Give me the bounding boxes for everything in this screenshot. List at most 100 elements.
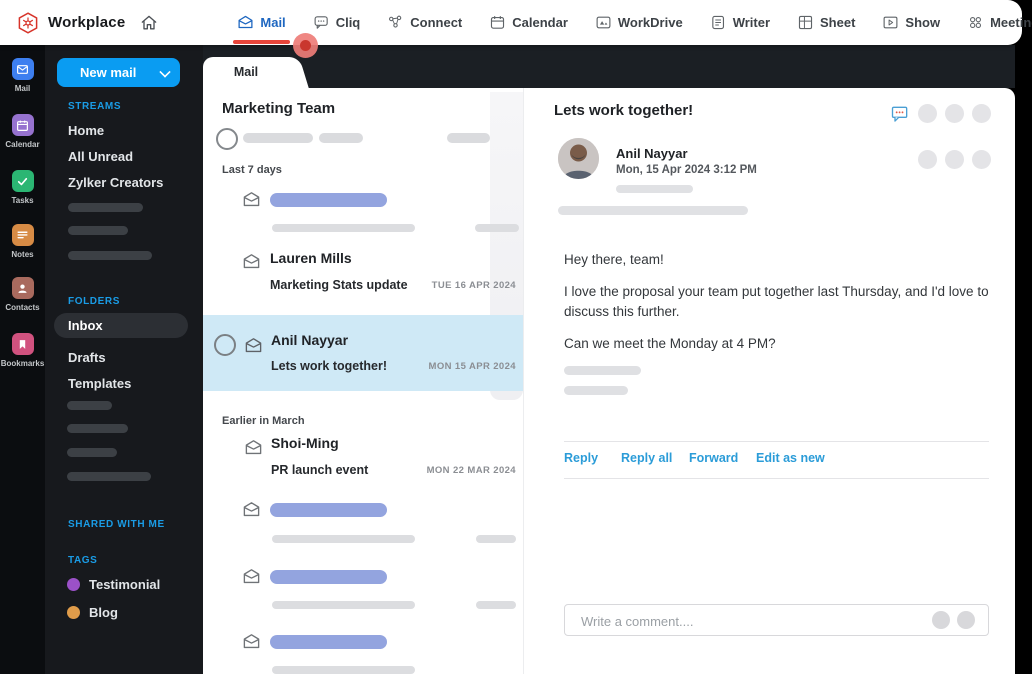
sidebar-item-zylker-creators[interactable]: Zylker Creators <box>68 175 163 190</box>
rail-item-mail[interactable]: Mail <box>0 58 45 93</box>
brand[interactable]: Workplace <box>0 11 125 35</box>
skeleton-date-bar <box>475 224 519 232</box>
mail-open-icon <box>245 338 262 353</box>
comments-icon[interactable] <box>890 104 910 124</box>
nav-mail[interactable]: Mail <box>233 0 290 45</box>
header-action-button[interactable] <box>918 104 937 123</box>
sender-avatar <box>558 138 599 179</box>
nav-sheet[interactable]: Sheet <box>797 0 855 45</box>
sidebar-item-templates[interactable]: Templates <box>68 376 131 391</box>
reply-button[interactable]: Reply <box>564 451 598 465</box>
nav-calendar[interactable]: Calendar <box>489 0 568 45</box>
mail-open-icon <box>243 502 260 517</box>
sender-name: Anil Nayyar <box>616 146 688 161</box>
sheet-icon <box>798 15 813 30</box>
comment-input[interactable] <box>579 605 883 637</box>
nav-label: Show <box>905 15 941 30</box>
skeleton-bar <box>67 472 151 481</box>
skeleton-bar <box>243 133 313 143</box>
nav-cliq[interactable]: Cliq <box>313 0 360 45</box>
nav-label: Writer <box>732 15 771 30</box>
zoho-logo-icon <box>18 11 38 34</box>
header-action-button[interactable] <box>972 104 991 123</box>
mail-item-checkbox[interactable] <box>214 334 236 356</box>
mail-action-button[interactable] <box>945 150 964 169</box>
mail-open-icon <box>243 569 260 584</box>
tab-mail[interactable]: Mail <box>203 57 289 88</box>
nav-label: Meeting <box>990 15 1032 30</box>
rail-item-notes[interactable]: Notes <box>0 224 45 259</box>
connect-icon <box>389 15 402 28</box>
sidebar-item-drafts[interactable]: Drafts <box>68 350 106 365</box>
rail-item-bookmarks[interactable]: Bookmarks <box>0 333 45 368</box>
tag-color-dot-blog <box>67 606 80 619</box>
rail-item-tasks[interactable]: Tasks <box>0 170 45 205</box>
skeleton-sender-bar <box>270 503 387 517</box>
header-action-button[interactable] <box>945 104 964 123</box>
app-rail: Mail Calendar Tasks Notes Contacts Bookm… <box>0 45 45 674</box>
chevron-down-icon <box>159 66 171 78</box>
mail-subject: Lets work together! <box>271 359 387 373</box>
folders-header: FOLDERS <box>68 296 120 307</box>
nav-connect[interactable]: Connect <box>387 0 462 45</box>
rail-item-calendar[interactable]: Calendar <box>0 114 45 149</box>
skeleton-subject-bar <box>272 535 415 543</box>
sidebar-item-inbox[interactable]: Inbox <box>54 313 188 338</box>
forward-button[interactable]: Forward <box>689 451 738 465</box>
reply-all-button[interactable]: Reply all <box>621 451 672 465</box>
skeleton-bar <box>558 206 748 215</box>
mail-subject: PR launch event <box>271 463 369 477</box>
home-button[interactable] <box>139 13 159 33</box>
rail-label: Calendar <box>5 140 40 149</box>
calendar-icon <box>491 16 505 29</box>
skeleton-bar <box>447 133 490 143</box>
list-title: Marketing Team <box>222 100 336 117</box>
sidebar-item-home[interactable]: Home <box>68 123 104 138</box>
inbox-label: Inbox <box>68 318 103 333</box>
rail-label: Contacts <box>5 303 40 312</box>
skeleton-sender-bar <box>270 570 387 584</box>
rail-label: Notes <box>11 250 34 259</box>
mail-open-icon <box>245 440 262 455</box>
comment-action-button[interactable] <box>932 611 950 629</box>
nav-workdrive[interactable]: WorkDrive <box>595 0 683 45</box>
sidebar-item-all-unread[interactable]: All Unread <box>68 149 133 164</box>
cursor-click-indicator <box>293 33 318 58</box>
new-mail-button[interactable]: New mail <box>57 58 180 87</box>
nav-show[interactable]: Show <box>882 0 940 45</box>
nav-writer[interactable]: Writer <box>710 0 770 45</box>
skeleton-signature-bar <box>564 366 641 375</box>
skeleton-bar <box>68 251 152 260</box>
app-window: Workplace Mail Cliq Connect Calendar Wor… <box>0 0 1032 674</box>
sidebar-item-tag-blog[interactable]: Blog <box>89 605 118 620</box>
mail-date: MON 22 MAR 2024 <box>426 465 516 476</box>
skeleton-bar <box>319 133 363 143</box>
section-label-recent: Last 7 days <box>222 164 282 176</box>
skeleton-date-bar <box>476 601 516 609</box>
skeleton-bar <box>67 401 112 410</box>
skeleton-bar <box>68 203 143 212</box>
sidebar-item-tag-testimonial[interactable]: Testimonial <box>89 577 160 592</box>
streams-header: STREAMS <box>68 101 122 112</box>
rail-bookmarks-icon <box>11 333 34 355</box>
divider <box>564 478 989 479</box>
writer-icon <box>711 15 724 30</box>
active-tab-underline <box>233 40 290 44</box>
comment-action-button[interactable] <box>957 611 975 629</box>
mail-action-button[interactable] <box>918 150 937 169</box>
nav-label: Connect <box>410 15 463 30</box>
meeting-icon <box>970 17 982 28</box>
skeleton-bar <box>67 424 128 433</box>
mail-body-paragraph: I love the proposal your team put togeth… <box>564 284 989 319</box>
shared-with-me-header[interactable]: SHARED WITH ME <box>68 519 165 530</box>
nav-meeting[interactable]: Meeting <box>967 0 1032 45</box>
mail-action-button[interactable] <box>972 150 991 169</box>
tab-mail-label: Mail <box>233 65 259 79</box>
skeleton-subject-bar <box>272 601 415 609</box>
edit-as-new-button[interactable]: Edit as new <box>756 451 825 465</box>
mail-icon <box>238 15 253 29</box>
select-all-checkbox[interactable] <box>216 128 238 150</box>
mail-open-icon <box>243 254 260 269</box>
rail-item-contacts[interactable]: Contacts <box>0 277 45 312</box>
rail-mail-icon <box>11 58 34 80</box>
